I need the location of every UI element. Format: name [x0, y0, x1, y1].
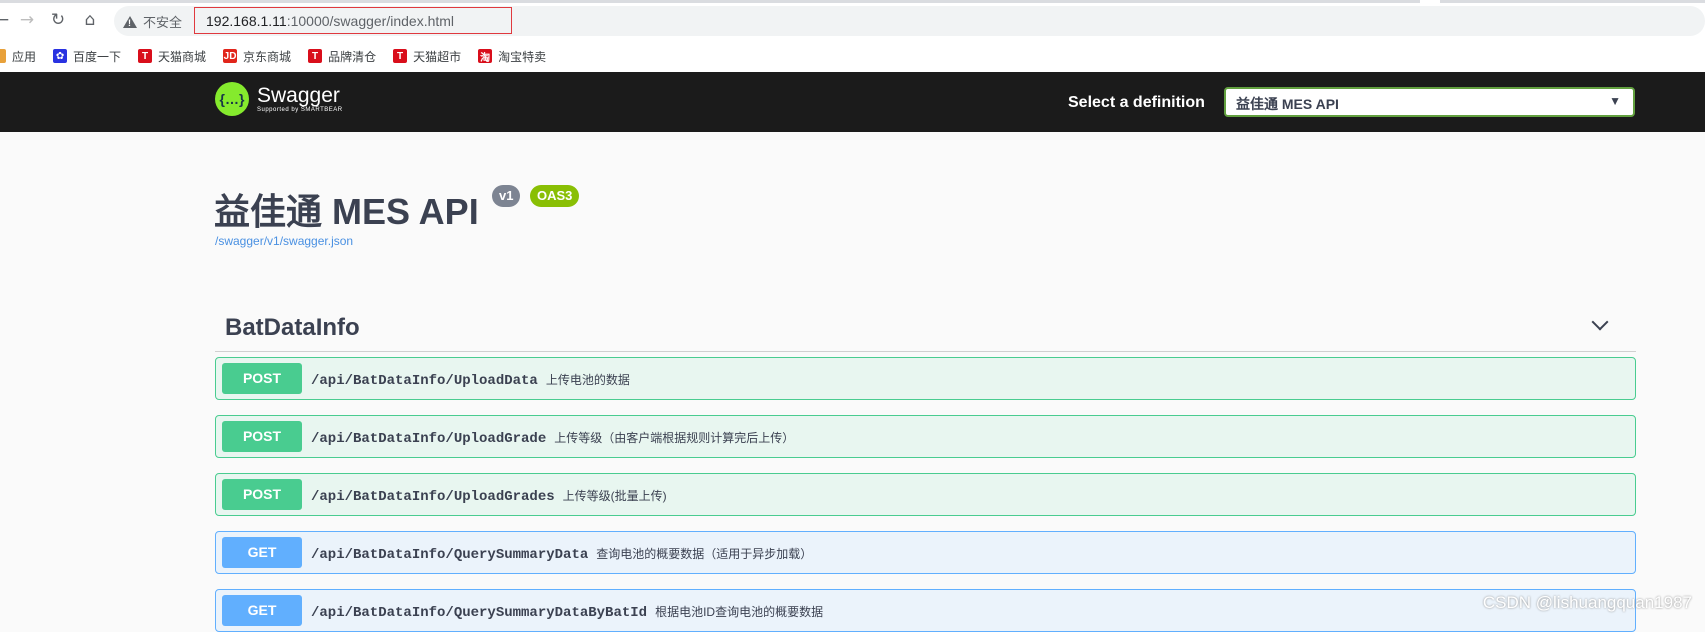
operation-row[interactable]: POST /api/BatDataInfo/UploadData 上传电池的数据	[215, 357, 1636, 400]
definition-select[interactable]: 益佳通 MES API ▼	[1224, 87, 1635, 117]
tmall-icon: T	[308, 49, 323, 63]
operation-row[interactable]: GET /api/BatDataInfo/QuerySummaryDataByB…	[215, 589, 1636, 632]
operation-row[interactable]: GET /api/BatDataInfo/QuerySummaryData 查询电…	[215, 531, 1636, 574]
bookmark-tmall[interactable]: T 天猫商城	[138, 48, 206, 65]
bookmark-label: 天猫商城	[158, 49, 207, 64]
operation-path: /api/BatDataInfo/QuerySummaryDataByBatId	[311, 605, 648, 621]
security-indicator[interactable]: 不安全	[123, 12, 182, 31]
operation-path: /api/BatDataInfo/QuerySummaryData	[311, 547, 589, 563]
forward-icon[interactable]: →	[17, 10, 37, 30]
operation-row[interactable]: POST /api/BatDataInfo/UploadGrade 上传等级（由客…	[215, 415, 1636, 458]
operation-summary: 查询电池的概要数据（适用于异步加载）	[596, 547, 813, 561]
swagger-logo-icon: {…}	[215, 82, 249, 116]
operation-path: /api/BatDataInfo/UploadData	[311, 373, 538, 389]
bookmark-apps[interactable]: 应用	[0, 48, 36, 65]
tag-section-header[interactable]: BatDataInfo	[215, 306, 1636, 352]
url-host: 192.168.1.11	[206, 13, 287, 29]
swagger-topbar: {…} Swagger Supported by SMARTBEAR Selec…	[0, 72, 1705, 132]
tab-strip-edge	[1440, 0, 1705, 3]
jd-icon: JD	[223, 49, 238, 63]
method-badge: GET	[222, 537, 302, 568]
operation-row[interactable]: POST /api/BatDataInfo/UploadGrades 上传等级(批…	[215, 473, 1636, 516]
browser-toolbar: ← → ↻ ⌂ 不安全 192.168.1.11:10000/swagger/i…	[0, 0, 1705, 40]
method-badge: GET	[222, 595, 302, 626]
version-badge: v1	[492, 185, 521, 207]
watermark: CSDN @lishuangquan1987	[1482, 593, 1692, 612]
security-label: 不安全	[143, 15, 183, 30]
tmall-icon: T	[138, 49, 153, 63]
method-badge: POST	[222, 363, 302, 394]
page-title: 益佳通 MES API	[214, 191, 479, 232]
operation-path: /api/BatDataInfo/UploadGrades	[311, 489, 555, 505]
definition-label: Select a definition	[1068, 94, 1205, 111]
operation-summary: 上传电池的数据	[545, 373, 630, 387]
warning-icon	[123, 15, 137, 28]
baidu-icon: ✿	[53, 49, 68, 63]
chevron-down-icon[interactable]	[1591, 313, 1609, 331]
bookmark-brand-clearance[interactable]: T 品牌清仓	[308, 48, 376, 65]
bookmark-label: 百度一下	[73, 49, 122, 64]
logo-subtitle: Supported by SMARTBEAR	[257, 107, 343, 113]
spec-link[interactable]: /swagger/v1/swagger.json	[215, 234, 353, 248]
taobao-icon: 淘	[478, 49, 493, 64]
tag-name: BatDataInfo	[225, 314, 360, 341]
back-icon[interactable]: ←	[0, 10, 12, 30]
url-rest: :10000/swagger/index.html	[286, 13, 455, 29]
home-icon[interactable]: ⌂	[80, 10, 100, 30]
bookmark-label: 京东商城	[243, 49, 292, 64]
tmall-icon: T	[393, 49, 408, 63]
method-badge: POST	[222, 479, 302, 510]
bookmark-label: 淘宝特卖	[498, 49, 547, 64]
method-badge: POST	[222, 421, 302, 452]
bookmark-label: 天猫超市	[413, 49, 462, 64]
operation-summary: 上传等级(批量上传)	[562, 489, 667, 503]
bookmark-jd[interactable]: JD 京东商城	[223, 48, 291, 65]
operation-path: /api/BatDataInfo/UploadGrade	[311, 431, 547, 447]
logo-title: Swagger	[257, 84, 340, 107]
bookmark-tmall-supermarket[interactable]: T 天猫超市	[393, 48, 461, 65]
chevron-down-icon: ▼	[1609, 94, 1621, 108]
bookmarks-bar: 应用 ✿ 百度一下 T 天猫商城 JD 京东商城 T 品牌清仓 T 天猫超市 淘…	[0, 40, 1705, 72]
bookmark-taobao[interactable]: 淘 淘宝特卖	[478, 48, 546, 65]
oas-badge: OAS3	[530, 185, 580, 207]
reload-icon[interactable]: ↻	[48, 10, 68, 30]
tab-strip-edge	[0, 0, 1420, 3]
url-field[interactable]: 192.168.1.11:10000/swagger/index.html	[194, 7, 512, 34]
definition-value: 益佳通 MES API	[1236, 96, 1339, 112]
operation-summary: 根据电池ID查询电池的概要数据	[655, 605, 824, 619]
bookmark-baidu[interactable]: ✿ 百度一下	[53, 48, 121, 65]
swagger-logo[interactable]: {…} Swagger Supported by SMARTBEAR	[215, 82, 343, 116]
bookmark-label: 应用	[12, 49, 37, 64]
apps-icon	[0, 49, 6, 63]
operation-summary: 上传等级（由客户端根据规则计算完后上传）	[554, 431, 795, 445]
bookmark-label: 品牌清仓	[328, 49, 377, 64]
